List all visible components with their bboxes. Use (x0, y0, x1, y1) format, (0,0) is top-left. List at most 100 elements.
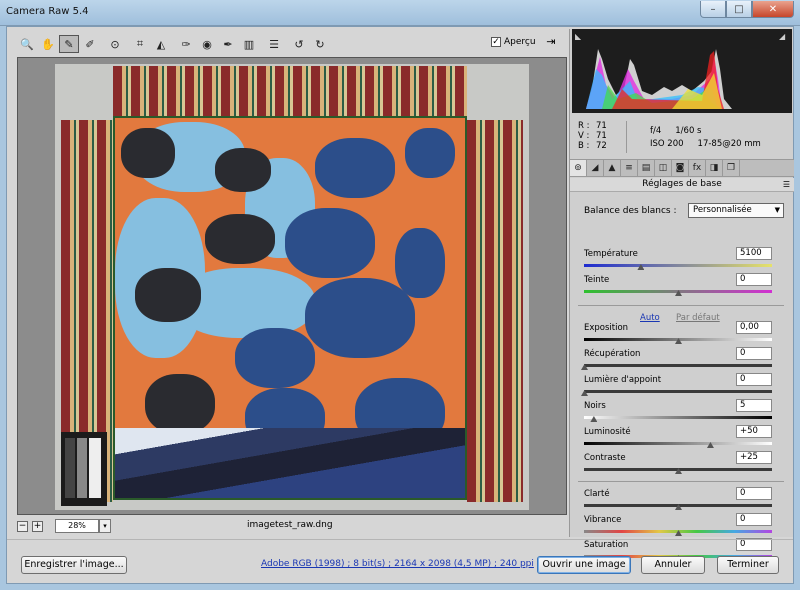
panel-tab-2[interactable]: ▲ (604, 160, 621, 176)
hand-tool-icon[interactable]: ✋ (38, 35, 58, 53)
clarity-value-field[interactable]: 0 (736, 487, 772, 500)
blacks-slider: Noirs 5 (584, 399, 774, 427)
blacks-value-field[interactable]: 5 (736, 399, 772, 412)
cancel-button[interactable]: Annuler (641, 556, 705, 574)
workflow-options-link[interactable]: Adobe RGB (1998) ; 8 bit(s) ; 2164 x 209… (261, 559, 534, 569)
panel-header: Réglages de base ☰ (570, 178, 794, 192)
pixel-readout: R : 71 V : 71 B : 72 f/4 1/60 s ISO 200 17-85… (578, 121, 788, 155)
panel-tab-3[interactable]: ≡ (621, 160, 638, 176)
contrast-label: Contraste (584, 453, 626, 463)
panel-tab-6[interactable]: ◙ (672, 160, 689, 176)
adjustment-brush-icon[interactable]: ✒ (218, 35, 238, 53)
panel-tab-8[interactable]: ◨ (706, 160, 723, 176)
fill-light-track[interactable] (584, 390, 772, 393)
right-panel: ◣ ◢ R : 71 V : 71 B : 72 f/4 1/60 s ISO 200 1… (569, 29, 794, 561)
footer: Enregistrer l'image... Adobe RGB (1998) … (7, 539, 793, 583)
straighten-tool-icon[interactable]: ◭ (151, 35, 171, 53)
aperture-value: f/4 (650, 126, 662, 136)
gray-card-target (61, 432, 107, 506)
white-balance-tool-icon[interactable]: ✎ (59, 35, 79, 53)
crop-tool-icon[interactable]: ⌗ (130, 35, 150, 53)
zoom-in-button[interactable]: + (32, 520, 43, 532)
tint-slider: Teinte 0 (584, 273, 774, 301)
white-balance-select[interactable]: Personnalisée ▼ (688, 203, 784, 218)
targeted-adjustment-tool-icon[interactable]: ⊙ (105, 35, 125, 53)
tint-label: Teinte (584, 275, 610, 285)
brightness-label: Luminosité (584, 427, 631, 437)
white-balance-label: Balance des blancs : (584, 206, 677, 216)
brightness-track[interactable] (584, 442, 772, 445)
red-eye-tool-icon[interactable]: ◉ (197, 35, 217, 53)
spot-removal-tool-icon[interactable]: ✑ (176, 35, 196, 53)
graduated-filter-icon[interactable]: ▥ (239, 35, 259, 53)
save-image-button[interactable]: Enregistrer l'image... (21, 556, 127, 574)
done-button[interactable]: Terminer (717, 556, 779, 574)
fill-light-value-field[interactable]: 0 (736, 373, 772, 386)
file-name: imagetest_raw.dng (247, 520, 333, 530)
panel-tab-7[interactable]: fx (689, 160, 706, 176)
rotate-right-icon[interactable]: ↻ (310, 35, 330, 53)
panel-tab-0[interactable]: ⊚ (570, 160, 587, 176)
panel-menu-icon[interactable]: ☰ (783, 178, 790, 191)
zoom-out-button[interactable]: − (17, 520, 28, 532)
recovery-value-field[interactable]: 0 (736, 347, 772, 360)
preview-checkbox[interactable]: ✓ (491, 37, 501, 47)
minimize-button[interactable]: – (700, 1, 726, 18)
temperature-value-field[interactable]: 5100 (736, 247, 772, 260)
photo (55, 64, 529, 510)
panel-tab-1[interactable]: ◢ (587, 160, 604, 176)
exposure-slider: Exposition 0,00 (584, 321, 774, 349)
tint-value-field[interactable]: 0 (736, 273, 772, 286)
temperature-slider: Température 5100 (584, 247, 774, 275)
maximize-button[interactable]: □ (726, 1, 752, 18)
readout-divider (626, 121, 627, 153)
vibrance-value-field[interactable]: 0 (736, 513, 772, 526)
color-sampler-tool-icon[interactable]: ✐ (80, 35, 100, 53)
panel-title: Réglages de base (642, 179, 722, 189)
contrast-value-field[interactable]: +25 (736, 451, 772, 464)
rotate-left-icon[interactable]: ↺ (289, 35, 309, 53)
blacks-track[interactable] (584, 416, 772, 419)
r-value: 71 (596, 121, 607, 131)
zoom-tool-icon[interactable]: 🔍 (17, 35, 37, 53)
white-balance-value: Personnalisée (693, 205, 752, 215)
brightness-value-field[interactable]: +50 (736, 425, 772, 438)
default-link[interactable]: Par défaut (676, 313, 720, 323)
recovery-track[interactable] (584, 364, 772, 367)
zoom-level-field[interactable]: 28% (55, 519, 99, 533)
fullscreen-icon[interactable]: ⇥ (543, 35, 559, 50)
panel-tab-4[interactable]: ▤ (638, 160, 655, 176)
exposure-label: Exposition (584, 323, 629, 333)
histogram: ◣ ◢ (572, 29, 792, 113)
temperature-label: Température (584, 249, 638, 259)
image-preview[interactable] (17, 57, 567, 515)
blacks-label: Noirs (584, 401, 606, 411)
close-button[interactable]: ✕ (752, 1, 794, 18)
chevron-down-icon: ▼ (774, 206, 780, 214)
temperature-track[interactable] (584, 264, 772, 267)
recovery-label: Récupération (584, 349, 641, 359)
exposure-value-field[interactable]: 0,00 (736, 321, 772, 334)
zoom-dropdown-button[interactable]: ▾ (99, 519, 111, 533)
camera-raw-dialog: 🔍 ✋ ✎ ✐ ⊙ ⌗ ◭ ✑ ◉ ✒ ▥ ☰ ↺ ↻ ✓ Aperçu ⇥ −… (6, 26, 794, 584)
lens-value: 17-85@20 mm (697, 139, 761, 149)
fill-light-label: Lumière d'appoint (584, 375, 662, 385)
panel-tab-5[interactable]: ◫ (655, 160, 672, 176)
right-stripe (467, 120, 523, 502)
brightness-slider: Luminosité +50 (584, 425, 774, 453)
histogram-graph (586, 49, 732, 109)
panel-tab-9[interactable]: ❐ (723, 160, 740, 176)
fill-light-slider: Lumière d'appoint 0 (581, 373, 774, 401)
open-image-button[interactable]: Ouvrir une image (537, 556, 631, 574)
panel-tabs: ⊚ ◢ ▲ ≡ ▤ ◫ ◙ fx ◨ ❐ (570, 159, 794, 177)
v-value: 71 (596, 131, 607, 141)
preferences-icon[interactable]: ☰ (264, 35, 284, 53)
iso-value: ISO 200 (650, 139, 684, 149)
auto-link[interactable]: Auto (640, 313, 660, 323)
title-bar: Camera Raw 5.4 – □ ✕ (0, 0, 800, 26)
preview-label: Aperçu (504, 37, 536, 47)
preview-toggle[interactable]: ✓ Aperçu (491, 37, 536, 47)
mountain-pattern (115, 428, 465, 498)
top-stripe (113, 66, 467, 118)
contrast-slider: Contraste +25 (584, 451, 774, 479)
